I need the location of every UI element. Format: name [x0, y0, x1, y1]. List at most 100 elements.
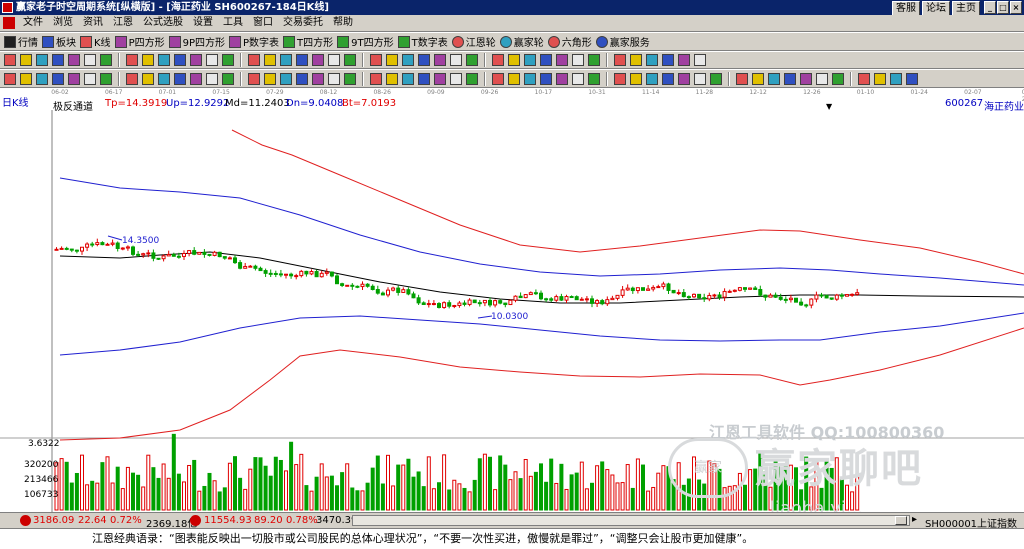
- volume-bar: [161, 463, 166, 511]
- volume-bar: [426, 456, 431, 511]
- candle-body: [518, 295, 523, 299]
- candle-body: [488, 299, 492, 306]
- candle-body: [335, 275, 339, 285]
- candle-body: [773, 294, 778, 298]
- status-bar: 3186.09 22.64 0.72% 2369.18亿 11554.93 89…: [0, 512, 1024, 530]
- candle-body: [289, 273, 294, 277]
- volume-bar: [539, 463, 543, 511]
- volume-bar: [110, 482, 115, 511]
- volume-bar: [324, 476, 329, 511]
- volume-bar: [329, 475, 334, 511]
- volume-bar: [253, 457, 258, 511]
- volume-bar: [74, 472, 79, 511]
- volume-bar: [584, 488, 589, 511]
- volume-bar: [243, 488, 248, 511]
- sz-pct: 0.78%: [286, 515, 318, 526]
- volume-bar: [355, 490, 360, 511]
- candle-body: [482, 299, 487, 304]
- candle-body: [319, 272, 324, 278]
- volume-bar: [227, 462, 232, 511]
- candle-body: [528, 292, 533, 296]
- volume-bar: [299, 453, 304, 511]
- candle-body: [635, 287, 640, 292]
- volume-bar: [375, 455, 380, 511]
- candle-body: [758, 288, 763, 296]
- horizontal-scrollbar[interactable]: [352, 515, 910, 526]
- candle-body: [365, 283, 370, 287]
- candle-body: [85, 243, 90, 248]
- candle-body: [442, 302, 447, 308]
- volume-bar: [549, 458, 554, 511]
- candle-body: [243, 265, 248, 269]
- volume-bar: [360, 490, 365, 511]
- candle-body: [794, 297, 798, 303]
- candle-body: [340, 283, 345, 286]
- volume-bar: [386, 454, 390, 511]
- candle-body: [559, 296, 564, 301]
- volume-bar: [136, 474, 141, 511]
- candle-body: [457, 302, 462, 307]
- volume-bar: [238, 477, 243, 511]
- candle-body: [498, 300, 503, 304]
- candle-body: [375, 289, 380, 294]
- volume-bar: [498, 455, 503, 511]
- candle-body: [171, 253, 176, 257]
- volume-bar: [59, 458, 64, 511]
- candle-body: [819, 294, 824, 297]
- volume-bar: [564, 488, 569, 511]
- candle-body: [278, 273, 283, 276]
- candle-body: [814, 294, 819, 300]
- candle-body: [533, 292, 538, 295]
- high-mark-label: 14.3500: [122, 236, 159, 246]
- scroll-right-icon[interactable]: ▸: [912, 514, 917, 525]
- volume-bar: [656, 472, 661, 511]
- candle-body: [406, 289, 411, 295]
- candle-body: [845, 294, 849, 297]
- volume-bar: [442, 454, 447, 511]
- volume-bar: [579, 461, 584, 511]
- volume-bar: [488, 456, 492, 511]
- candle-body: [600, 300, 605, 305]
- candle-body: [146, 252, 151, 255]
- candle-body: [166, 253, 171, 257]
- candle-body: [202, 251, 207, 255]
- candle-body: [299, 270, 304, 277]
- candle-body: [763, 294, 768, 298]
- candle-body: [105, 243, 110, 246]
- candle-body: [350, 284, 355, 287]
- candle-body: [605, 299, 610, 305]
- candle-body: [284, 273, 288, 276]
- volume-bar: [411, 476, 416, 511]
- candle-body: [207, 253, 212, 256]
- volume-bar: [610, 474, 615, 511]
- candle-body: [125, 246, 130, 249]
- candle-body: [834, 294, 839, 300]
- candle-body: [212, 251, 217, 256]
- watermark-brand: 赢家聊吧: [755, 446, 923, 492]
- volume-bar: [595, 465, 600, 511]
- volume-bar: [554, 482, 559, 511]
- candle-body: [554, 296, 559, 301]
- candle-body: [692, 293, 696, 298]
- upper-mid-band-line: [59, 177, 1024, 286]
- candle-body: [192, 250, 197, 255]
- candle-body: [824, 294, 829, 299]
- volume-bar: [447, 489, 452, 511]
- candle-body: [110, 242, 115, 245]
- scroll-thumb[interactable]: [895, 516, 907, 525]
- volume-bar: [651, 486, 656, 511]
- candle-body: [737, 287, 742, 291]
- volume-bar: [590, 482, 594, 511]
- candle-body: [309, 271, 314, 275]
- candle-body: [574, 296, 579, 301]
- candle-body: [809, 298, 814, 306]
- sh-change: 22.64: [78, 515, 107, 526]
- candle-body: [651, 286, 656, 290]
- candle-body: [386, 289, 390, 296]
- candle-body: [248, 265, 253, 268]
- candle-body: [768, 294, 773, 298]
- candle-body: [569, 296, 574, 299]
- candle-body: [360, 283, 365, 288]
- quote-bar: 江恩经典语录：“图表能反映出一切股市或公司股民的总体心理状况”，“不要一次性买进…: [0, 528, 1024, 549]
- candle-body: [579, 298, 584, 301]
